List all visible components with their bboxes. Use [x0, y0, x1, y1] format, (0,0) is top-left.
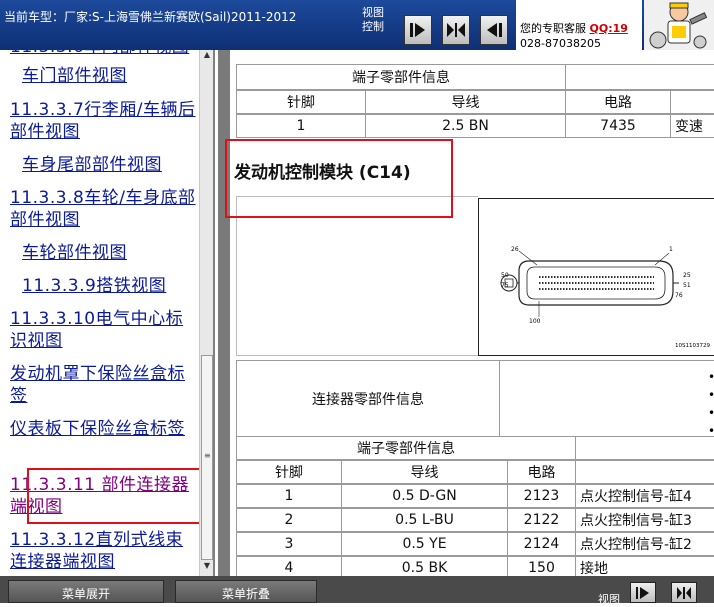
terminal-cell: 点火控制信号-缸4 [575, 484, 714, 508]
top-table-cell: 7435 [565, 114, 671, 138]
pin-label: 100 [529, 318, 541, 325]
support-label: 您的专职客服 [520, 22, 586, 35]
terminal-col-circuit: 电路 [507, 460, 576, 484]
terminal-cell: 点火控制信号-缸3 [575, 508, 714, 532]
sidebar-item-ground-view[interactable]: 11.3.3.9搭铁视图 [22, 275, 212, 297]
terminal-cell: 0.5 YE [341, 532, 508, 556]
arrow-left-icon [487, 23, 502, 37]
top-table-header-extra [565, 64, 714, 90]
sidebar-scrollbar[interactable]: ▲ ≡ ▼ [199, 50, 213, 576]
terminal-table-header-extra [575, 436, 714, 460]
diagram-left-cell [236, 196, 482, 356]
next-page-button[interactable] [404, 15, 432, 45]
top-table-col-pin: 针脚 [236, 90, 366, 114]
top-table-header: 端子零部件信息 [236, 64, 566, 90]
sidebar-scroll-thumb[interactable]: ≡ [201, 355, 213, 560]
support-qq-link[interactable]: QQ:19 [590, 22, 628, 35]
top-table-col-circuit: 电路 [565, 90, 671, 114]
terminal-cell: 0.5 BK [341, 556, 508, 576]
scroll-grip-icon: ≡ [204, 451, 211, 460]
pin-label: 25 [683, 272, 691, 279]
main-content: 端子零部件信息 针脚 导线 电路 1 2.5 BN 7435 变速 发动机控制模… [218, 50, 714, 576]
current-vehicle-label: 当前车型：厂家:S-上海雪佛兰新赛欧(Sail)2011-2012 [4, 10, 297, 24]
sidebar-highlight-box [27, 468, 208, 524]
terminal-cell: 0.5 D-GN [341, 484, 508, 508]
sidebar-item-body-rear[interactable]: 车身尾部部件视图 [22, 154, 212, 176]
top-table-col-wire: 导线 [365, 90, 566, 114]
sidebar-item-door-components[interactable]: 11.3.3.6车门部件视图 [10, 50, 200, 58]
terminal-cell: 4 [236, 556, 342, 576]
pin-label: 26 [511, 246, 519, 253]
terminal-cell: 接地 [575, 556, 714, 576]
scroll-up-arrow-icon[interactable]: ▲ [201, 50, 213, 64]
sidebar-item-door-view[interactable]: 车门部件视图 [22, 65, 212, 87]
terminal-table-header: 端子零部件信息 [236, 436, 576, 460]
terminal-cell: 150 [507, 556, 576, 576]
terminal-cell: 0.5 L-BU [341, 508, 508, 532]
support-contact: 您的专职客服 QQ:19 028-87038205 [516, 0, 642, 50]
bullet: • [708, 386, 714, 404]
content-divider [218, 50, 230, 576]
sidebar-item-wheel-underbody[interactable]: 11.3.3.8车轮/车身底部部件视图 [10, 187, 200, 231]
terminal-cell: 2124 [507, 532, 576, 556]
pin-label: 50 [501, 272, 509, 279]
connector-diagram: 26 1 50 25 75 51 76 100 10S1103729 [478, 198, 714, 356]
sidebar-item-trunk-rear[interactable]: 11.3.3.7行李厢/车辆后部件视图 [10, 99, 200, 143]
mechanic-mascot-icon [649, 2, 708, 49]
pin-label: 76 [675, 292, 683, 299]
title-highlight-box [225, 139, 453, 218]
connector-info-value [499, 360, 714, 438]
arrow-right-icon [410, 23, 425, 37]
pin-label: 1 [669, 246, 673, 253]
sidebar-menu: 11.3.3.6车门部件视图 车门部件视图 11.3.3.7行李厢/车辆后部件视… [0, 50, 215, 576]
top-table-cell: 2.5 BN [365, 114, 566, 138]
terminal-col-pin: 针脚 [236, 460, 342, 484]
sidebar-item-electrical-center[interactable]: 11.3.3.10电气中心标识视图 [10, 308, 200, 352]
mascot-logo [644, 0, 714, 50]
split-arrows-icon [447, 23, 465, 37]
footer-split-button[interactable] [671, 582, 697, 603]
top-table-col-function [670, 90, 714, 114]
footer-view-label: 视图 [598, 593, 620, 606]
sidebar-item-dash-fuse[interactable]: 仪表板下保险丝盒标签 [10, 418, 200, 440]
terminal-cell: 点火控制信号-缸2 [575, 532, 714, 556]
sidebar-item-wheel-view[interactable]: 车轮部件视图 [22, 242, 212, 264]
view-control-label: 视图 控制 [362, 6, 384, 33]
pin-label: 75 [501, 282, 509, 289]
terminal-col-function [575, 460, 714, 484]
footer-next-button[interactable] [630, 582, 656, 603]
connector-info-label: 连接器零部件信息 [236, 360, 500, 438]
sidebar-item-underhood-fuse[interactable]: 发动机罩下保险丝盒标签 [10, 363, 200, 407]
pin-label: 51 [683, 282, 691, 289]
terminal-cell: 2122 [507, 508, 576, 532]
menu-expand-button[interactable]: 菜单展开 [8, 580, 164, 603]
sidebar-item-inline-connector[interactable]: 11.3.3.12直列式线束连接器端视图 [10, 529, 200, 573]
bullet: • [708, 404, 714, 422]
scroll-down-arrow-icon[interactable]: ▼ [201, 561, 213, 575]
arrow-right-icon [636, 586, 649, 599]
top-table-cell: 1 [236, 114, 366, 138]
terminal-cell: 1 [236, 484, 342, 508]
support-phone: 028-87038205 [520, 37, 601, 50]
previous-page-button[interactable] [480, 15, 508, 45]
top-header: 当前车型：厂家:S-上海雪佛兰新赛欧(Sail)2011-2012 视图 控制 … [0, 0, 714, 50]
menu-collapse-button[interactable]: 菜单折叠 [175, 580, 317, 603]
split-arrows-icon [677, 586, 691, 599]
bullet: • [708, 368, 714, 386]
connector-info-bullets: • • • • [708, 368, 714, 440]
diagram-code: 10S1103729 [675, 343, 710, 349]
terminal-col-wire: 导线 [341, 460, 508, 484]
terminal-cell: 2 [236, 508, 342, 532]
connector-drawing-icon: 26 1 50 25 75 51 76 100 10S1103729 [500, 246, 710, 349]
terminal-cell: 2123 [507, 484, 576, 508]
terminal-cell: 3 [236, 532, 342, 556]
bottom-toolbar: 菜单展开 菜单折叠 视图 [0, 576, 714, 606]
top-table-cell: 变速 [670, 114, 714, 138]
split-view-button[interactable] [442, 15, 470, 45]
